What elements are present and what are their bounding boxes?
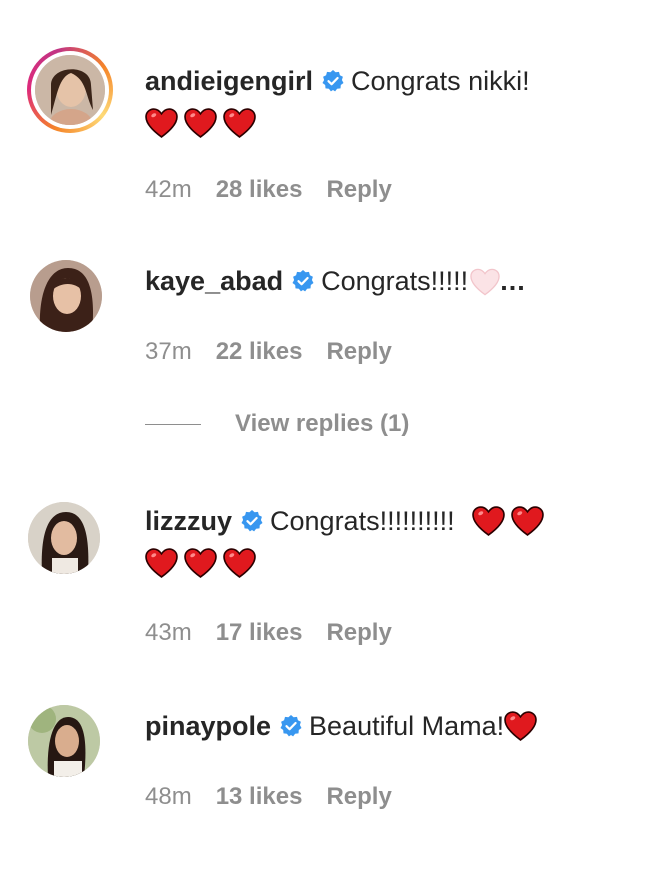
heart-emoji-icon xyxy=(472,506,505,536)
comment-meta: 42m 28 likes Reply xyxy=(145,176,416,204)
comment-text: Congrats!!!!! xyxy=(321,266,469,296)
heart-emoji-icon xyxy=(145,548,178,578)
reply-button[interactable]: Reply xyxy=(326,338,391,365)
comment-meta: 37m 22 likes Reply xyxy=(145,338,416,366)
username[interactable]: pinaypole xyxy=(145,711,271,741)
avatar[interactable] xyxy=(30,260,102,332)
view-replies-label: View replies (1) xyxy=(235,410,410,437)
reply-button[interactable]: Reply xyxy=(326,619,391,646)
comment-time[interactable]: 43m xyxy=(145,619,192,646)
heart-emoji-icon xyxy=(184,548,217,578)
comment-text: Congrats!!!!!!!!!! xyxy=(270,506,455,536)
likes-count[interactable]: 28 likes xyxy=(216,176,303,203)
username[interactable]: andieigengirl xyxy=(145,66,313,96)
heart-emoji-icon xyxy=(184,108,217,138)
comment-text: Beautiful Mama! xyxy=(309,711,505,741)
heart-emoji-icon xyxy=(223,548,256,578)
likes-count[interactable]: 17 likes xyxy=(216,619,303,646)
avatar[interactable] xyxy=(28,705,100,777)
verified-badge-icon xyxy=(291,269,315,293)
comment-time[interactable]: 37m xyxy=(145,338,192,365)
replies-divider xyxy=(145,424,201,426)
likes-count[interactable]: 13 likes xyxy=(216,783,303,810)
verified-badge-icon xyxy=(279,714,303,738)
likes-count[interactable]: 22 likes xyxy=(216,338,303,365)
comment-meta: 43m 17 likes Reply xyxy=(145,619,416,647)
heart-emoji-icon xyxy=(223,108,256,138)
username[interactable]: lizzzuy xyxy=(145,506,232,536)
reply-button[interactable]: Reply xyxy=(326,176,391,203)
avatar-story-ring[interactable] xyxy=(27,47,113,133)
comment-text: Congrats nikki! xyxy=(351,66,530,96)
heart-emoji-icon xyxy=(511,506,544,536)
comment-time[interactable]: 42m xyxy=(145,176,192,203)
avatar[interactable] xyxy=(28,502,100,574)
more-ellipsis[interactable]: ... xyxy=(500,266,526,296)
view-replies-button[interactable]: View replies (1) xyxy=(145,410,409,438)
heart-emoji-icon xyxy=(504,711,537,741)
username[interactable]: kaye_abad xyxy=(145,266,283,296)
comment-meta: 48m 13 likes Reply xyxy=(145,783,416,811)
white-heart-emoji-icon xyxy=(470,268,500,296)
verified-badge-icon xyxy=(240,509,264,533)
verified-badge-icon xyxy=(321,69,345,93)
avatar xyxy=(35,55,105,125)
emoji-line xyxy=(145,542,640,584)
comment-time[interactable]: 48m xyxy=(145,783,192,810)
heart-emoji-icon xyxy=(145,108,178,138)
reply-button[interactable]: Reply xyxy=(326,783,391,810)
emoji-line xyxy=(145,102,640,144)
